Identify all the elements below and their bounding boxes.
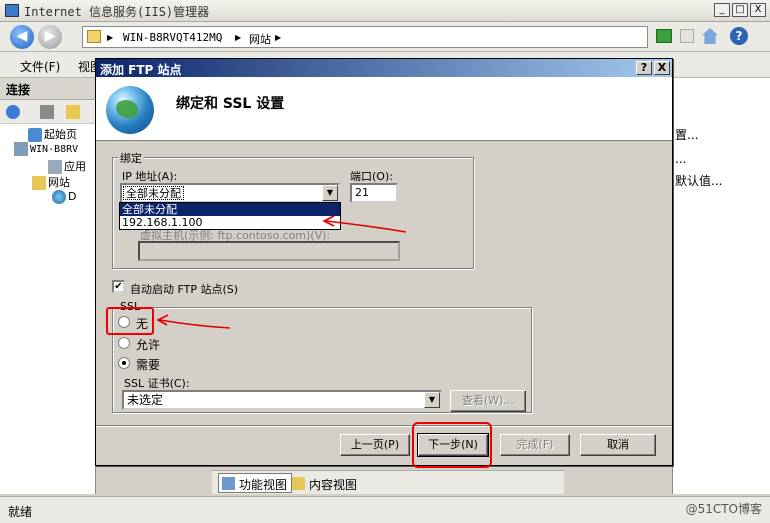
status-text: 就绪 <box>8 505 33 519</box>
annotation-box-ssl-none <box>106 307 154 335</box>
ip-option-unassigned[interactable]: 全部未分配 <box>120 203 340 216</box>
stop-icon[interactable] <box>680 29 694 43</box>
tree-item-sites[interactable]: 网站 <box>32 174 70 190</box>
cancel-button[interactable]: 取消 <box>580 434 656 456</box>
tree-item-default-site[interactable]: D <box>52 190 76 204</box>
server-icon <box>14 142 28 156</box>
ssl-allow-label: 允许 <box>136 338 161 352</box>
action-link[interactable]: 置... <box>675 126 698 143</box>
ip-address-value: 全部未分配 <box>123 186 184 200</box>
back-button[interactable]: ◀ <box>10 25 34 49</box>
ssl-cert-select[interactable]: 未选定 ▼ <box>122 390 442 410</box>
refresh-icon[interactable] <box>656 29 672 43</box>
annotation-box-next <box>412 422 492 468</box>
menu-file[interactable]: 文件(F) <box>20 58 60 75</box>
ssl-require-label: 需要 <box>136 358 161 372</box>
iis-app-icon <box>5 4 19 17</box>
ip-address-dropdown-list: 全部未分配 192.168.1.100 <box>119 202 341 230</box>
home-icon[interactable] <box>702 28 718 44</box>
port-label: 端口(O): <box>350 170 393 183</box>
connections-toolbar <box>0 100 96 124</box>
ip-option-192-168-1-100[interactable]: 192.168.1.100 <box>120 216 340 229</box>
dialog-header: 绑定和 SSL 设置 <box>96 77 672 141</box>
dialog-help-button[interactable]: ? <box>636 61 652 75</box>
action-link[interactable]: ... <box>675 152 686 166</box>
port-field[interactable]: 21 <box>350 183 398 203</box>
tab-content-view[interactable]: 内容视图 <box>288 473 362 493</box>
ssl-cert-label: SSL 证书(C): <box>124 377 190 390</box>
connections-pane: 连接 起始页 WIN-B8RV 应用 网站 D <box>0 78 96 494</box>
window-title: Internet 信息服务(IIS)管理器 <box>24 5 210 19</box>
tree-item-apppools[interactable]: 应用 <box>48 158 86 174</box>
folder-icon <box>87 30 101 43</box>
ssl-allow-radio[interactable] <box>118 337 130 349</box>
actions-pane: 置... ... 默认值... <box>672 78 770 494</box>
prev-button[interactable]: 上一页(P) <box>340 434 410 456</box>
address-segment-server[interactable]: WIN-B8RVQT412MQ <box>123 31 222 44</box>
sites-folder-icon <box>32 176 46 190</box>
tree-item-start[interactable]: 起始页 <box>28 126 77 142</box>
connect-icon[interactable] <box>6 105 20 119</box>
view-tabs: 功能视图 内容视图 <box>212 470 564 494</box>
connections-header: 连接 <box>0 78 96 100</box>
add-ftp-site-dialog: 添加 FTP 站点 ? X 绑定和 SSL 设置 绑定 IP 地址(A): 全部… <box>95 58 673 466</box>
address-segment-sites[interactable]: 网站 <box>249 31 271 47</box>
address-row: ◀ ▶ ▶ WIN-B8RVQT412MQ ▶ 网站 ▶ ? <box>0 22 770 52</box>
ip-address-label: IP 地址(A): <box>122 170 178 183</box>
status-bar: 就绪 @51CTO博客 <box>0 496 770 523</box>
binding-legend: 绑定 <box>118 150 144 166</box>
help-icon[interactable]: ? <box>730 27 748 45</box>
globe-icon <box>106 86 154 134</box>
ip-address-select[interactable]: 全部未分配 ▼ <box>120 183 340 203</box>
chevron-down-icon[interactable]: ▼ <box>322 185 338 201</box>
ssl-require-radio[interactable] <box>118 357 130 369</box>
address-separator: ▶ <box>235 33 242 42</box>
ssl-cert-value: 未选定 <box>127 393 164 407</box>
forward-button[interactable]: ▶ <box>38 25 62 49</box>
maximize-button[interactable]: □ <box>732 3 748 17</box>
dialog-titlebar: 添加 FTP 站点 ? X <box>96 59 672 77</box>
address-separator: ▶ <box>275 33 282 42</box>
tree-item-server[interactable]: WIN-B8RV <box>14 142 78 156</box>
page-title: 绑定和 SSL 设置 <box>176 96 285 112</box>
tab-features-view[interactable]: 功能视图 <box>218 473 293 493</box>
dialog-title: 添加 FTP 站点 <box>100 63 182 77</box>
autostart-label: 自动启动 FTP 站点(S) <box>130 283 239 296</box>
address-bar[interactable]: ▶ WIN-B8RVQT412MQ ▶ 网站 ▶ <box>82 26 648 48</box>
save-icon[interactable] <box>40 105 54 119</box>
close-window-button[interactable]: X <box>750 3 766 17</box>
address-separator: ▶ <box>107 33 114 42</box>
dialog-close-button[interactable]: X <box>654 61 670 75</box>
virtual-host-field[interactable] <box>138 241 400 261</box>
site-globe-icon <box>52 190 66 204</box>
content-view-icon <box>292 477 305 490</box>
action-link[interactable]: 默认值... <box>675 172 722 189</box>
up-folder-icon[interactable] <box>66 105 80 119</box>
dialog-separator <box>96 425 672 427</box>
view-cert-button[interactable]: 查看(W)... <box>450 390 526 412</box>
chevron-down-icon[interactable]: ▼ <box>424 392 440 408</box>
finish-button[interactable]: 完成(F) <box>500 434 570 456</box>
autostart-checkbox[interactable]: ✔ <box>112 280 125 293</box>
minimize-button[interactable]: _ <box>714 3 730 17</box>
window-titlebar: Internet 信息服务(IIS)管理器 _ □ X <box>0 0 770 22</box>
features-view-icon <box>222 477 235 490</box>
start-page-icon <box>28 128 42 142</box>
watermark: @51CTO博客 <box>685 502 762 516</box>
app-pool-icon <box>48 160 62 174</box>
